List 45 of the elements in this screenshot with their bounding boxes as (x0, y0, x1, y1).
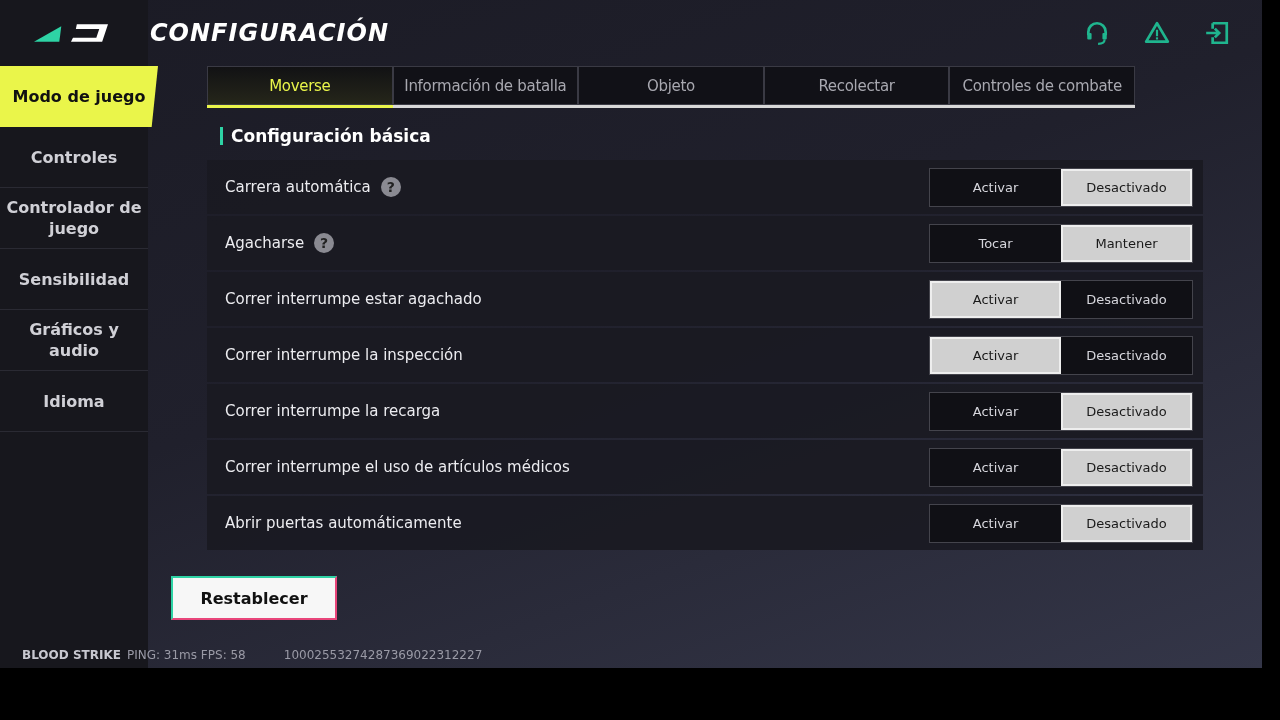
headset-icon[interactable] (1084, 20, 1110, 46)
sidebar-item[interactable]: Sensibilidad (0, 249, 148, 310)
help-icon[interactable]: ? (380, 177, 401, 197)
tab[interactable]: Controles de combate (949, 66, 1135, 105)
setting-label: Carrera automática (225, 178, 371, 196)
option-button[interactable]: Desactivado (1061, 392, 1192, 430)
option-button[interactable]: Activar (930, 392, 1061, 430)
game-name: BLOOD STRIKE (22, 648, 121, 662)
setting-label: Abrir puertas automáticamente (225, 514, 462, 532)
exit-icon[interactable] (1204, 20, 1230, 46)
option-button[interactable]: Desactivado (1061, 280, 1192, 318)
sidebar-item[interactable]: Modo de juego (0, 66, 158, 127)
setting-label: Correr interrumpe estar agachado (225, 290, 482, 308)
section-title: Configuración básica (231, 126, 431, 146)
sidebar-item[interactable]: Controlador de juego (0, 188, 148, 249)
warning-icon[interactable] (1144, 20, 1170, 46)
option-button[interactable]: Activar (930, 168, 1061, 206)
option-button[interactable]: Activar (930, 336, 1061, 374)
option-button[interactable]: Desactivado (1061, 168, 1192, 206)
option-button[interactable]: Activar (930, 504, 1061, 542)
sidebar-item[interactable]: Idioma (0, 371, 148, 432)
sidebar-item[interactable]: Controles (0, 127, 148, 188)
option-button[interactable]: Desactivado (1061, 448, 1192, 486)
option-button[interactable]: Desactivado (1061, 336, 1192, 374)
tab[interactable]: Información de batalla (392, 66, 579, 105)
option-button[interactable]: Desactivado (1061, 504, 1192, 542)
logo-icon (34, 22, 108, 44)
performance-stats: PING: 31ms FPS: 58 (126, 648, 246, 662)
option-button[interactable]: Mantener (1061, 224, 1192, 262)
page-title: CONFIGURACIÓN (150, 19, 389, 47)
tab[interactable]: Objeto (578, 66, 764, 105)
option-button[interactable]: Tocar (930, 224, 1061, 262)
reset-button[interactable]: Restablecer (171, 576, 337, 620)
setting-label: Correr interrumpe la inspección (225, 346, 463, 364)
setting-label: Agacharse (225, 234, 305, 252)
player-id: 10002553274287369022312227 (283, 648, 483, 662)
section-marker (220, 127, 223, 145)
sidebar-item[interactable]: Gráficos y audio (0, 310, 148, 371)
tab[interactable]: Recolectar (763, 66, 950, 105)
setting-label: Correr interrumpe el uso de artículos médicos (225, 458, 570, 476)
setting-label: Correr interrumpe la recarga (225, 402, 441, 420)
option-button[interactable]: Activar (930, 280, 1061, 318)
tab[interactable]: Moverse (207, 66, 393, 105)
option-button[interactable]: Activar (930, 448, 1061, 486)
help-icon[interactable]: ? (314, 233, 335, 253)
